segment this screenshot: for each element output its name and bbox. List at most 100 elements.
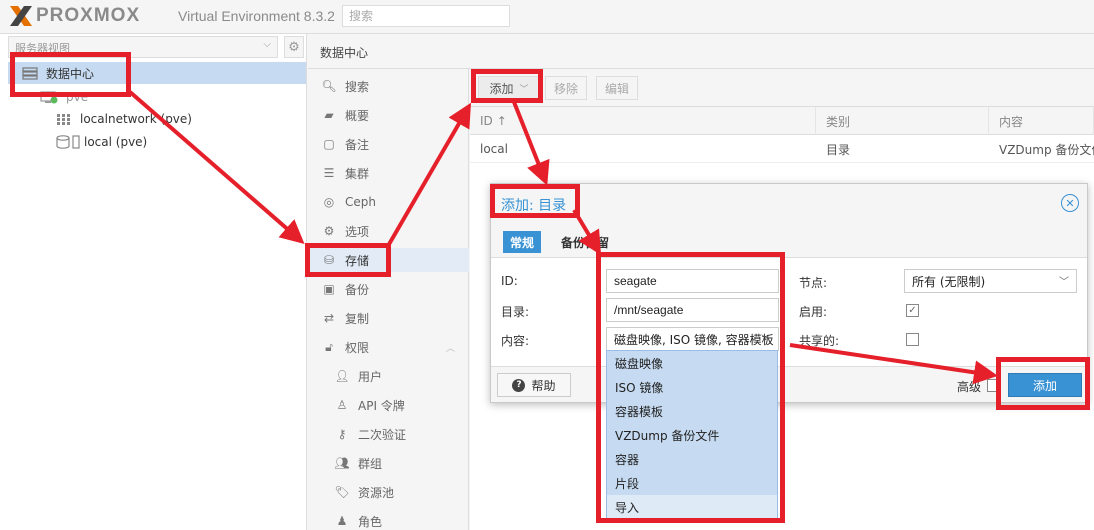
nav-item-label: 备份 [345, 282, 370, 297]
content-option-templates[interactable]: 容器模板 [607, 399, 777, 423]
content-option-images[interactable]: 磁盘映像 [607, 351, 777, 375]
enable-checkbox[interactable]: ✓ [906, 304, 919, 317]
storage-icon [56, 135, 80, 149]
option-label: VZDump 备份文件 [615, 428, 720, 443]
nav-item-users[interactable]: 👤︎ 用户 [308, 364, 469, 388]
content-option-snippets[interactable]: 片段 [607, 471, 777, 495]
chevron-down-icon: ﹀ [761, 335, 771, 346]
help-button[interactable]: ? 帮助 [497, 373, 571, 397]
tree-item-label: local (pve) [84, 135, 148, 149]
nav-item-search[interactable]: 🔍︎ 搜索 [308, 74, 469, 98]
add-directory-dialog: 添加: 目录 ✕ 常规 备份保留 ID: 目录: 内容: 磁盘映像, ISO 镜… [490, 183, 1088, 403]
ceph-icon: ◎ [323, 195, 335, 209]
view-select[interactable]: 服务器视图 ⌵ [8, 36, 278, 58]
tab-general[interactable]: 常规 [503, 231, 542, 253]
content-header: 数据中心 [308, 34, 1094, 69]
nav-item-ceph[interactable]: ◎ Ceph [308, 190, 469, 214]
content-title: 数据中心 [320, 46, 369, 60]
tree-item-local[interactable]: local (pve) [56, 131, 147, 153]
question-icon: ? [512, 378, 526, 392]
grid-header: ID ↑ 类别 内容 [470, 107, 1094, 135]
datacenter-icon [22, 66, 38, 80]
add-button[interactable]: 添加 ﹀ [478, 76, 540, 100]
nav-item-backup[interactable]: ▣ 备份 [308, 277, 469, 301]
enable-label: 启用: [799, 305, 828, 319]
nav-item-options[interactable]: ⚙ 选项 [308, 219, 469, 243]
tab-backup-retention[interactable]: 备份保留 [554, 231, 616, 253]
content-option-containers[interactable]: 容器 [607, 447, 777, 471]
tree-item-localnetwork[interactable]: localnetwork (pve) [56, 108, 192, 130]
nav-item-storage[interactable]: ⛁ 存储 [308, 248, 469, 272]
database-icon: ⛁ [323, 253, 335, 267]
top-bar: PROXMOX Virtual Environment 8.3.2 [0, 0, 1094, 34]
nav-item-groups[interactable]: 👥︎ 群组 [308, 451, 469, 475]
id-field[interactable] [606, 269, 779, 293]
cell-type: 目录 [826, 142, 851, 157]
column-header-id[interactable]: ID ↑ [470, 107, 816, 135]
table-row[interactable]: local 目录 VZDump 备份文件 [470, 135, 1094, 163]
directory-field[interactable] [606, 298, 779, 322]
dialog-add-button[interactable]: 添加 [1008, 373, 1082, 397]
remove-button-label: 移除 [553, 81, 578, 96]
cell-content: VZDump 备份文件 [999, 142, 1094, 157]
chevron-up-icon[interactable]: ︿ [446, 341, 455, 354]
retweet-icon: ⇄ [323, 311, 335, 325]
advanced-checkbox[interactable] [987, 379, 1000, 392]
book-icon: ▰ [324, 108, 334, 122]
option-label: 磁盘映像 [615, 356, 664, 371]
nav-item-roles[interactable]: ♟ 角色 [308, 509, 469, 530]
proxmox-logo[interactable]: PROXMOX [8, 5, 140, 27]
dialog-title: 添加: 目录 [501, 198, 567, 214]
option-label: ISO 镜像 [615, 380, 664, 395]
key-icon: ⚷ [337, 427, 347, 441]
content-option-import[interactable]: 导入 [607, 495, 777, 519]
cluster-icon: ☰ [323, 166, 335, 180]
nav-item-tfa[interactable]: ⚷ 二次验证 [308, 422, 469, 446]
shared-checkbox[interactable] [906, 333, 919, 346]
option-label: 容器 [615, 452, 640, 467]
nav-item-cluster[interactable]: ☰ 集群 [308, 161, 469, 185]
content-option-iso[interactable]: ISO 镜像 [607, 375, 777, 399]
nav-item-label: 用户 [358, 369, 383, 384]
chevron-down-icon: ﹀ [519, 84, 529, 95]
nav-item-notes[interactable]: ▢ 备注 [308, 132, 469, 156]
dialog-tabs: 常规 备份保留 [491, 222, 1087, 258]
nav-item-label: Ceph [345, 195, 376, 209]
chevron-down-icon: ⌵ [263, 39, 271, 50]
add-button-label: 添加 [489, 81, 514, 96]
advanced-label: 高级 [957, 380, 982, 394]
remove-button[interactable]: 移除 [545, 76, 587, 100]
dialog-footer: ? 帮助 高级 添加 [491, 366, 1087, 402]
gear-icon[interactable]: ⚙ [284, 36, 304, 58]
node-label: 节点: [799, 276, 828, 290]
content-option-backup[interactable]: VZDump 备份文件 [607, 423, 777, 447]
nav-item-replication[interactable]: ⇄ 复制 [308, 306, 469, 330]
content-select-value: 磁盘映像, ISO 镜像, 容器模板 [614, 333, 774, 347]
tree-item-pve[interactable]: pve [40, 86, 88, 108]
chevron-down-icon: ﹀ [1059, 277, 1069, 288]
close-icon[interactable]: ✕ [1061, 194, 1079, 212]
column-header-type[interactable]: 类别 [816, 107, 989, 135]
edit-button[interactable]: 编辑 [596, 76, 638, 100]
nav-item-permissions[interactable]: 🔓︎ 权限 ︿ [308, 335, 469, 359]
tree-item-datacenter[interactable]: 数据中心 [8, 62, 306, 84]
nav-item-label: 搜索 [345, 79, 370, 94]
search-input[interactable] [342, 5, 510, 27]
nav-item-summary[interactable]: ▰ 概要 [308, 103, 469, 127]
tab-label: 常规 [510, 235, 535, 250]
nav-item-label: 群组 [358, 456, 383, 471]
content-select[interactable]: 磁盘映像, ISO 镜像, 容器模板 ﹀ [606, 327, 779, 351]
male-icon: ♟ [336, 514, 348, 528]
datacenter-nav: 🔍︎ 搜索 ▰ 概要 ▢ 备注 ☰ 集群 ◎ Ceph ⚙ 选项 ⛁ 存储 ▣ 备份 ⇄ 复制 🔓… [308, 69, 469, 530]
tree-item-label: localnetwork (pve) [80, 112, 192, 126]
resource-tree-panel: 服务器视图 ⌵ ⚙ 数据中心 pve localnetwork (pve) lo… [0, 34, 307, 530]
sort-asc-icon: ↑ [496, 114, 507, 128]
brand-name: PROXMOX [36, 5, 141, 26]
nav-item-pools[interactable]: 🏷︎ 资源池 [308, 480, 469, 504]
nav-item-api-tokens[interactable]: ♙ API 令牌 [308, 393, 469, 417]
dialog-add-button-label: 添加 [1032, 378, 1057, 393]
node-select[interactable]: 所有 (无限制) ﹀ [904, 269, 1077, 293]
nav-item-label: 权限 [345, 340, 370, 355]
column-header-content[interactable]: 内容 [989, 107, 1094, 135]
column-header-label: 类别 [826, 114, 851, 129]
